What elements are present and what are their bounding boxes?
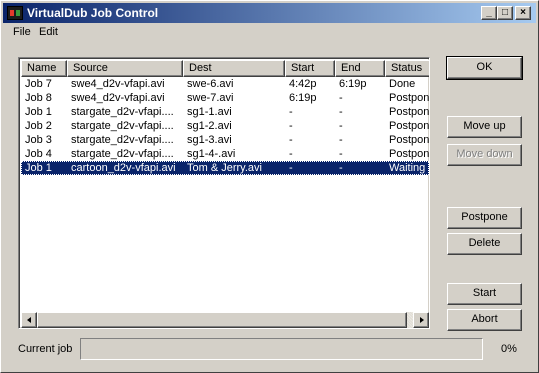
- cell-end: -: [339, 134, 343, 146]
- cell-dest: swe-6.avi: [187, 78, 234, 90]
- cell-dest: sg1-1.avi: [187, 106, 232, 118]
- cell-name: Job 4: [25, 148, 52, 160]
- progress-bar: [80, 338, 483, 360]
- cell-dest: sg1-2.avi: [187, 120, 232, 132]
- cell-end: -: [339, 106, 343, 118]
- job-control-window: VirtualDub Job Control _ □ × File Edit N…: [0, 0, 539, 373]
- menu-edit-label: Edit: [39, 26, 58, 38]
- window-title: VirtualDub Job Control: [27, 6, 159, 20]
- column-header-source[interactable]: Source: [67, 60, 183, 77]
- scroll-left-icon: [27, 317, 31, 323]
- cell-source: stargate_d2v-vfapi....: [71, 106, 174, 118]
- cell-source: stargate_d2v-vfapi....: [71, 134, 174, 146]
- list-header: Name Source Dest Start End Status: [21, 60, 429, 77]
- progress-percent: 0%: [501, 343, 517, 355]
- cell-status: Postpone: [389, 148, 430, 160]
- cell-end: -: [339, 162, 343, 174]
- column-header-start[interactable]: Start: [285, 60, 335, 77]
- scroll-left-button[interactable]: [21, 312, 37, 328]
- cell-name: Job 8: [25, 92, 52, 104]
- maximize-button[interactable]: □: [497, 6, 513, 20]
- maximize-icon: □: [501, 7, 509, 18]
- menu-bar: File Edit: [3, 24, 536, 42]
- table-row[interactable]: Job 7 swe4_d2v-vfapi.avi swe-6.avi 4:42p…: [21, 77, 429, 91]
- cell-source: stargate_d2v-vfapi....: [71, 148, 174, 160]
- cell-dest: Tom & Jerry.avi: [187, 162, 262, 174]
- cell-status: Done: [389, 78, 416, 90]
- cell-name: Job 2: [25, 120, 52, 132]
- cell-dest: sg1-4-.avi: [187, 148, 236, 160]
- cell-source: stargate_d2v-vfapi....: [71, 120, 174, 132]
- abort-button[interactable]: Abort: [447, 309, 522, 331]
- cell-start: -: [289, 134, 293, 146]
- scroll-right-button[interactable]: [413, 312, 429, 328]
- cell-start: 4:42p: [289, 78, 317, 90]
- cell-status: Postpone: [389, 120, 430, 132]
- close-icon: ×: [520, 7, 526, 18]
- table-row-selected[interactable]: Job 1 cartoon_d2v-vfapi.avi Tom & Jerry.…: [21, 161, 429, 175]
- column-header-end[interactable]: End: [335, 60, 385, 77]
- table-row[interactable]: Job 2 stargate_d2v-vfapi.... sg1-2.avi -…: [21, 119, 429, 133]
- app-icon[interactable]: [7, 6, 23, 20]
- cell-name: Job 7: [25, 78, 52, 90]
- postpone-button[interactable]: Postpone: [447, 207, 522, 229]
- column-header-dest[interactable]: Dest: [183, 60, 285, 77]
- cell-name: Job 1: [25, 162, 52, 174]
- cell-start: -: [289, 120, 293, 132]
- ok-button[interactable]: OK: [446, 56, 523, 80]
- cell-end: -: [339, 120, 343, 132]
- menu-file[interactable]: File: [9, 26, 35, 38]
- cell-source: cartoon_d2v-vfapi.avi: [71, 162, 176, 174]
- cell-end: -: [339, 92, 343, 104]
- table-row[interactable]: Job 4 stargate_d2v-vfapi.... sg1-4-.avi …: [21, 147, 429, 161]
- cell-source: swe4_d2v-vfapi.avi: [71, 78, 165, 90]
- cell-name: Job 1: [25, 106, 52, 118]
- list-rows: Job 7 swe4_d2v-vfapi.avi swe-6.avi 4:42p…: [21, 77, 429, 175]
- current-job-label: Current job: [18, 343, 73, 355]
- cell-status: Waiting: [389, 162, 426, 174]
- menu-file-label: File: [13, 26, 31, 38]
- cell-name: Job 3: [25, 134, 52, 146]
- cell-end: 6:19p: [339, 78, 367, 90]
- cell-start: -: [289, 106, 293, 118]
- column-header-status[interactable]: Status: [385, 60, 429, 77]
- minimize-icon: _: [486, 7, 492, 18]
- start-button[interactable]: Start: [447, 283, 522, 305]
- cell-source: swe4_d2v-vfapi.avi: [71, 92, 165, 104]
- horizontal-scrollbar[interactable]: [21, 312, 429, 328]
- column-header-name[interactable]: Name: [21, 60, 67, 77]
- menu-edit[interactable]: Edit: [35, 26, 62, 38]
- cell-status: Postpone: [389, 134, 430, 146]
- cell-status: Postpone: [389, 92, 430, 104]
- cell-dest: swe-7.avi: [187, 92, 234, 104]
- cell-start: 6:19p: [289, 92, 317, 104]
- cell-start: -: [289, 148, 293, 160]
- cell-dest: sg1-3.avi: [187, 134, 232, 146]
- scroll-thumb[interactable]: [37, 312, 407, 328]
- cell-end: -: [339, 148, 343, 160]
- close-button[interactable]: ×: [515, 6, 531, 20]
- scroll-right-icon: [420, 317, 424, 323]
- table-row[interactable]: Job 3 stargate_d2v-vfapi.... sg1-3.avi -…: [21, 133, 429, 147]
- minimize-button[interactable]: _: [481, 6, 497, 20]
- delete-button[interactable]: Delete: [447, 233, 522, 255]
- job-list[interactable]: Name Source Dest Start End Status Job 7 …: [18, 57, 430, 329]
- cell-start: -: [289, 162, 293, 174]
- table-row[interactable]: Job 8 swe4_d2v-vfapi.avi swe-7.avi 6:19p…: [21, 91, 429, 105]
- move-down-button[interactable]: Move down: [447, 144, 522, 166]
- move-up-button[interactable]: Move up: [447, 116, 522, 138]
- table-row[interactable]: Job 1 stargate_d2v-vfapi.... sg1-1.avi -…: [21, 105, 429, 119]
- title-bar[interactable]: VirtualDub Job Control _ □ ×: [3, 3, 536, 23]
- cell-status: Postpone: [389, 106, 430, 118]
